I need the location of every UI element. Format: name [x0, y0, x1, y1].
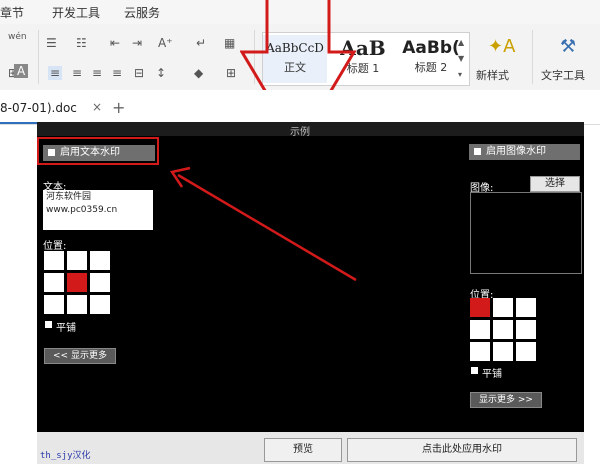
text-line: 河东软件园 — [46, 192, 92, 202]
show-more-button[interactable]: << 显示更多 — [44, 348, 116, 364]
position-cell[interactable] — [90, 273, 110, 292]
pointer-arrow-annotation — [169, 166, 357, 282]
style-preview: AaBb( — [402, 38, 460, 58]
position-cell[interactable] — [44, 251, 64, 270]
align-center-icon[interactable]: ≡ — [72, 66, 82, 80]
checkbox-label: 启用图像水印 — [486, 146, 546, 157]
char-shading-icon[interactable]: A — [14, 64, 29, 78]
position-cell[interactable] — [44, 273, 64, 292]
text-tools-icon[interactable]: ⚒ — [560, 36, 576, 57]
document-tab-title: 8-07-01).doc — [0, 101, 77, 115]
position-cell[interactable] — [516, 342, 536, 361]
checkbox-box — [474, 147, 481, 155]
distribute-icon[interactable]: ⊟ — [134, 66, 144, 80]
text-position-label: 位置: — [43, 241, 67, 252]
image-tile-label: 平铺 — [482, 369, 502, 380]
position-cell[interactable] — [90, 251, 110, 270]
bullet-list-icon[interactable]: ☰ — [46, 36, 57, 50]
position-cell[interactable] — [470, 342, 490, 361]
divider — [38, 30, 39, 84]
new-tab-icon[interactable]: + — [112, 98, 125, 117]
align-left-icon[interactable]: ≡ — [48, 66, 63, 80]
sort-icon[interactable]: ↵ — [196, 36, 206, 50]
image-position-grid — [470, 298, 538, 362]
gallery-more-icon[interactable]: ▾ — [458, 70, 462, 79]
gallery-down-icon[interactable]: ▼ — [458, 54, 464, 63]
image-preview-box — [470, 192, 582, 274]
position-cell[interactable] — [67, 251, 87, 270]
position-cell[interactable] — [493, 298, 513, 317]
highlight-box-annotation — [37, 137, 159, 165]
gallery-up-icon[interactable]: ▲ — [458, 38, 464, 47]
dialog-title: 示例 — [290, 127, 310, 138]
position-cell[interactable] — [470, 320, 490, 339]
table-icon[interactable]: ▦ — [224, 36, 235, 50]
align-right-icon[interactable]: ≡ — [92, 66, 102, 80]
pinyin-guide-icon[interactable]: wén — [8, 32, 27, 42]
line-spacing-icon[interactable]: ↕ — [156, 66, 166, 80]
font-size-icon[interactable]: A⁺ — [158, 36, 173, 50]
position-cell[interactable] — [493, 342, 513, 361]
dialog-titlebar — [37, 122, 584, 136]
close-tab-icon[interactable]: × — [92, 100, 102, 114]
select-image-button[interactable]: 选择 — [530, 176, 580, 192]
position-cell[interactable] — [90, 295, 110, 314]
tile-checkbox[interactable] — [45, 321, 52, 328]
justify-icon[interactable]: ≡ — [112, 66, 122, 80]
new-style-icon[interactable]: ✦A — [488, 36, 515, 57]
position-cell[interactable] — [67, 295, 87, 314]
menu-cloud-services[interactable]: 云服务 — [124, 4, 160, 21]
document-tab[interactable]: 8-07-01).doc × — [0, 96, 110, 124]
image-show-more-button[interactable]: 显示更多 >> — [470, 392, 542, 408]
credit-label: th_sjy汉化 — [40, 451, 91, 461]
increase-indent-icon[interactable]: ⇥ — [132, 36, 142, 50]
borders-icon[interactable]: ⊞ — [226, 66, 236, 80]
fill-color-icon[interactable]: ◆ — [194, 66, 203, 80]
tile-label: 平铺 — [56, 323, 76, 334]
image-tile-checkbox[interactable] — [471, 367, 478, 374]
position-cell[interactable] — [67, 273, 87, 292]
position-cell[interactable] — [516, 320, 536, 339]
style-name: 标题 2 — [414, 61, 448, 74]
style-heading-2[interactable]: AaBb( 标题 2 — [399, 35, 463, 83]
position-cell[interactable] — [470, 298, 490, 317]
new-style-button[interactable]: 新样式 — [476, 67, 509, 83]
divider — [532, 30, 533, 84]
enable-image-watermark-checkbox[interactable]: 启用图像水印 — [469, 144, 580, 160]
text-tools-button[interactable]: 文字工具 — [541, 67, 585, 83]
menu-chapter[interactable]: 章节 — [0, 4, 24, 21]
text-position-grid — [44, 251, 112, 315]
preview-button[interactable]: 预览 — [264, 438, 342, 462]
numbered-list-icon[interactable]: ☷ — [76, 36, 87, 50]
menu-developer-tools[interactable]: 开发工具 — [52, 4, 100, 21]
watermark-text-input[interactable]: 河东软件园 www.pc0359.cn — [43, 190, 153, 230]
decrease-indent-icon[interactable]: ⇤ — [110, 36, 120, 50]
text-line: www.pc0359.cn — [46, 205, 118, 215]
position-cell[interactable] — [493, 320, 513, 339]
position-cell[interactable] — [516, 298, 536, 317]
apply-watermark-button[interactable]: 点击此处应用水印 — [347, 438, 577, 462]
position-cell[interactable] — [44, 295, 64, 314]
